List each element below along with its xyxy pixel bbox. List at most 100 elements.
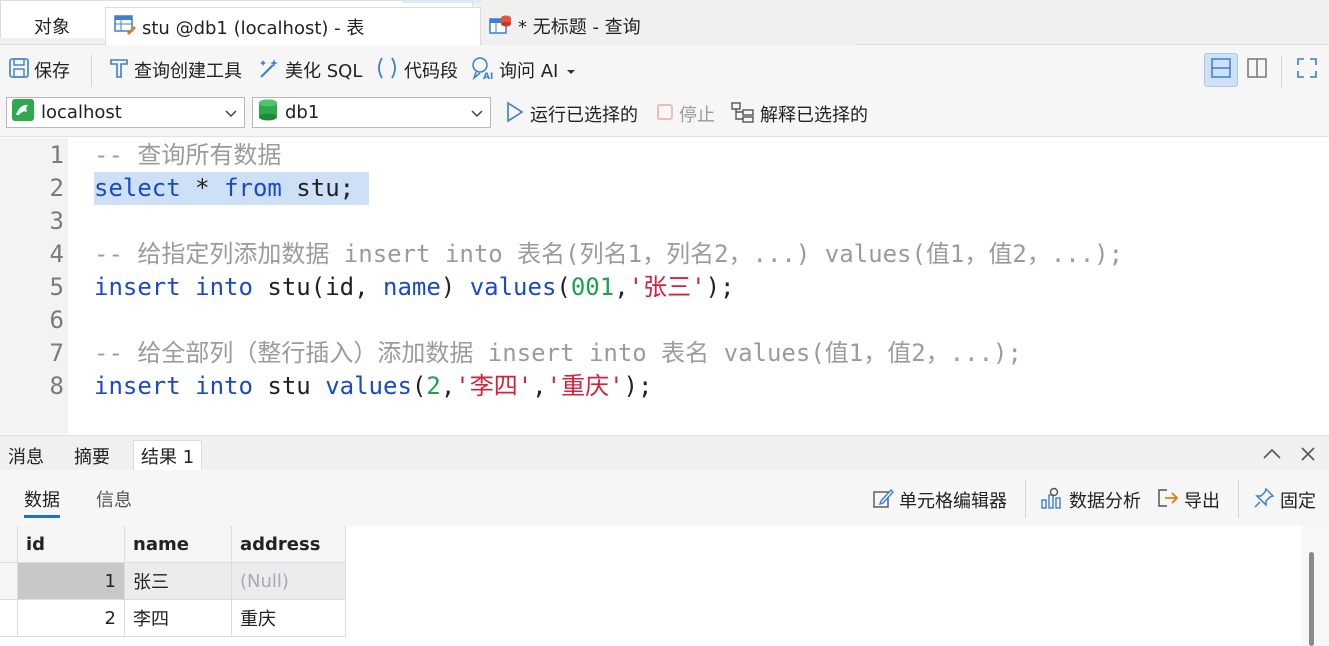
maximize-button[interactable]	[1290, 53, 1324, 87]
toolbar-divider	[1238, 480, 1239, 518]
column-header-id[interactable]: id	[18, 526, 125, 563]
table-cell-id[interactable]: 1	[18, 563, 125, 600]
code-line[interactable]: 4 -- 给指定列添加数据 insert into 表名(列名1，列名2，...)…	[0, 238, 1329, 271]
code-line[interactable]: 8 insert into stu values(2,'李四','重庆');	[0, 370, 1329, 403]
code-token: name	[383, 273, 441, 301]
line-number: 6	[49, 306, 64, 334]
chevron-up-icon	[1262, 448, 1282, 469]
data-analysis-button[interactable]: 数据分析	[1040, 487, 1141, 513]
tab-untitled-query[interactable]: * 无标题 - 查询	[482, 7, 855, 45]
play-icon	[505, 101, 525, 128]
subtab-data[interactable]: 数据	[24, 486, 60, 518]
code-token: '李四'	[455, 372, 533, 400]
layout-horizontal-split-button[interactable]	[1204, 53, 1238, 87]
code-token: 001	[570, 273, 615, 301]
tab-result-1[interactable]: 结果 1	[133, 440, 203, 471]
row-selector[interactable]	[0, 600, 18, 637]
ask-ai-button[interactable]: AI 询问 AI	[469, 56, 576, 83]
stop-button[interactable]: 停止	[656, 101, 715, 127]
code-token: values	[469, 273, 557, 301]
stop-label: 停止	[679, 105, 715, 126]
code-line[interactable]: 5 insert into stu(id, name) values(001,'张…	[0, 271, 1329, 304]
table-cell-address[interactable]: 重庆	[232, 600, 346, 637]
code-snippet-label: 代码段	[404, 61, 458, 82]
pin-icon	[1253, 487, 1275, 514]
code-line[interactable]: 6	[0, 304, 1329, 337]
code-text: -- 给全部列（整行插入）添加数据 insert into 表名 values(…	[94, 337, 1022, 370]
result-grid: id name address 1 张三 (Null) 2 李四 重庆	[0, 526, 1329, 646]
pin-button[interactable]: 固定	[1253, 487, 1316, 513]
result-panel-tabs: 消息 摘要 结果 1	[0, 435, 1329, 471]
code-text: -- 查询所有数据	[94, 139, 281, 172]
table-cell-name[interactable]: 李四	[125, 600, 232, 637]
fullscreen-icon	[1296, 57, 1318, 84]
collapse-panel-button[interactable]	[1262, 444, 1282, 469]
line-number: 2	[49, 174, 64, 202]
beautify-sql-button[interactable]: 美化 SQL	[257, 57, 362, 83]
cell-value: 李四	[133, 609, 169, 630]
document-tab-bar: 对象 stu @db1 (localhost) - 表 * 无标题 - 查询	[0, 0, 1329, 45]
subtab-info[interactable]: 信息	[96, 486, 132, 512]
cell-value: 重庆	[240, 609, 276, 630]
tab-objects[interactable]: 对象	[0, 7, 104, 45]
sql-editor[interactable]: 1 -- 查询所有数据 2 select * from stu; 3 4 -- 给指定列添…	[0, 138, 1329, 434]
line-number: 1	[49, 141, 64, 169]
tab-accent-strip	[402, 0, 482, 3]
vertical-scrollbar-track[interactable]	[1302, 526, 1329, 646]
explain-selected-label: 解释已选择的	[760, 105, 868, 126]
horizontal-split-icon	[1210, 57, 1232, 84]
connection-select[interactable]: localhost	[6, 97, 245, 128]
save-button[interactable]: 保存	[8, 57, 70, 83]
export-button[interactable]: 导出	[1155, 487, 1220, 513]
query-builder-button[interactable]: 查询创建工具	[108, 57, 242, 83]
run-selected-button[interactable]: 运行已选择的	[505, 101, 638, 127]
database-icon	[257, 98, 279, 127]
row-selector[interactable]	[0, 563, 18, 600]
table-cell-address[interactable]: (Null)	[232, 563, 346, 600]
mysql-connection-icon	[11, 98, 35, 127]
tab-messages[interactable]: 消息	[1, 440, 51, 471]
column-header-name[interactable]: name	[125, 526, 232, 563]
code-token: );	[705, 273, 735, 301]
analysis-chart-icon	[1040, 487, 1064, 514]
explain-selected-button[interactable]: 解释已选择的	[731, 101, 868, 127]
cell-editor-button[interactable]: 单元格编辑器	[872, 487, 1007, 513]
code-token: ,	[440, 372, 456, 400]
stop-icon	[656, 103, 674, 126]
table-icon	[114, 13, 136, 40]
layout-vertical-split-button[interactable]	[1240, 53, 1274, 87]
code-line[interactable]: 2 select * from stu;	[0, 172, 1329, 205]
tab-summary-label: 摘要	[74, 446, 110, 468]
tab-messages-label: 消息	[8, 446, 44, 468]
column-header-label: name	[133, 533, 189, 555]
caret-down-icon[interactable]	[566, 60, 576, 81]
code-token: *	[180, 174, 225, 202]
code-token: 2	[426, 372, 441, 400]
tab-result-label: 结果 1	[141, 447, 195, 468]
beautify-sql-label: 美化 SQL	[285, 61, 363, 82]
column-header-address[interactable]: address	[232, 526, 346, 563]
code-token: from	[224, 174, 282, 202]
code-token: (	[411, 372, 427, 400]
code-token: stu;	[281, 174, 369, 202]
explain-icon	[731, 101, 755, 128]
code-token: )	[440, 273, 470, 301]
close-icon	[1298, 447, 1318, 469]
export-label: 导出	[1184, 491, 1220, 512]
code-line[interactable]: 3	[0, 205, 1329, 238]
line-number: 3	[49, 207, 64, 235]
database-select[interactable]: db1	[252, 97, 491, 128]
table-cell-id[interactable]: 2	[18, 600, 125, 637]
line-number: 5	[49, 273, 64, 301]
code-snippet-button[interactable]: 代码段	[374, 57, 458, 83]
tab-summary[interactable]: 摘要	[67, 440, 117, 471]
close-panel-button[interactable]	[1298, 444, 1318, 469]
grid-corner	[0, 526, 18, 563]
table-cell-name[interactable]: 张三	[125, 563, 232, 600]
tab-table-stu[interactable]: stu @db1 (localhost) - 表	[105, 7, 481, 45]
code-line[interactable]: 1 -- 查询所有数据	[0, 139, 1329, 172]
code-line[interactable]: 7 -- 给全部列（整行插入）添加数据 insert into 表名 values…	[0, 337, 1329, 370]
line-number: 4	[49, 240, 64, 268]
vertical-scrollbar-thumb[interactable]	[1309, 552, 1314, 646]
